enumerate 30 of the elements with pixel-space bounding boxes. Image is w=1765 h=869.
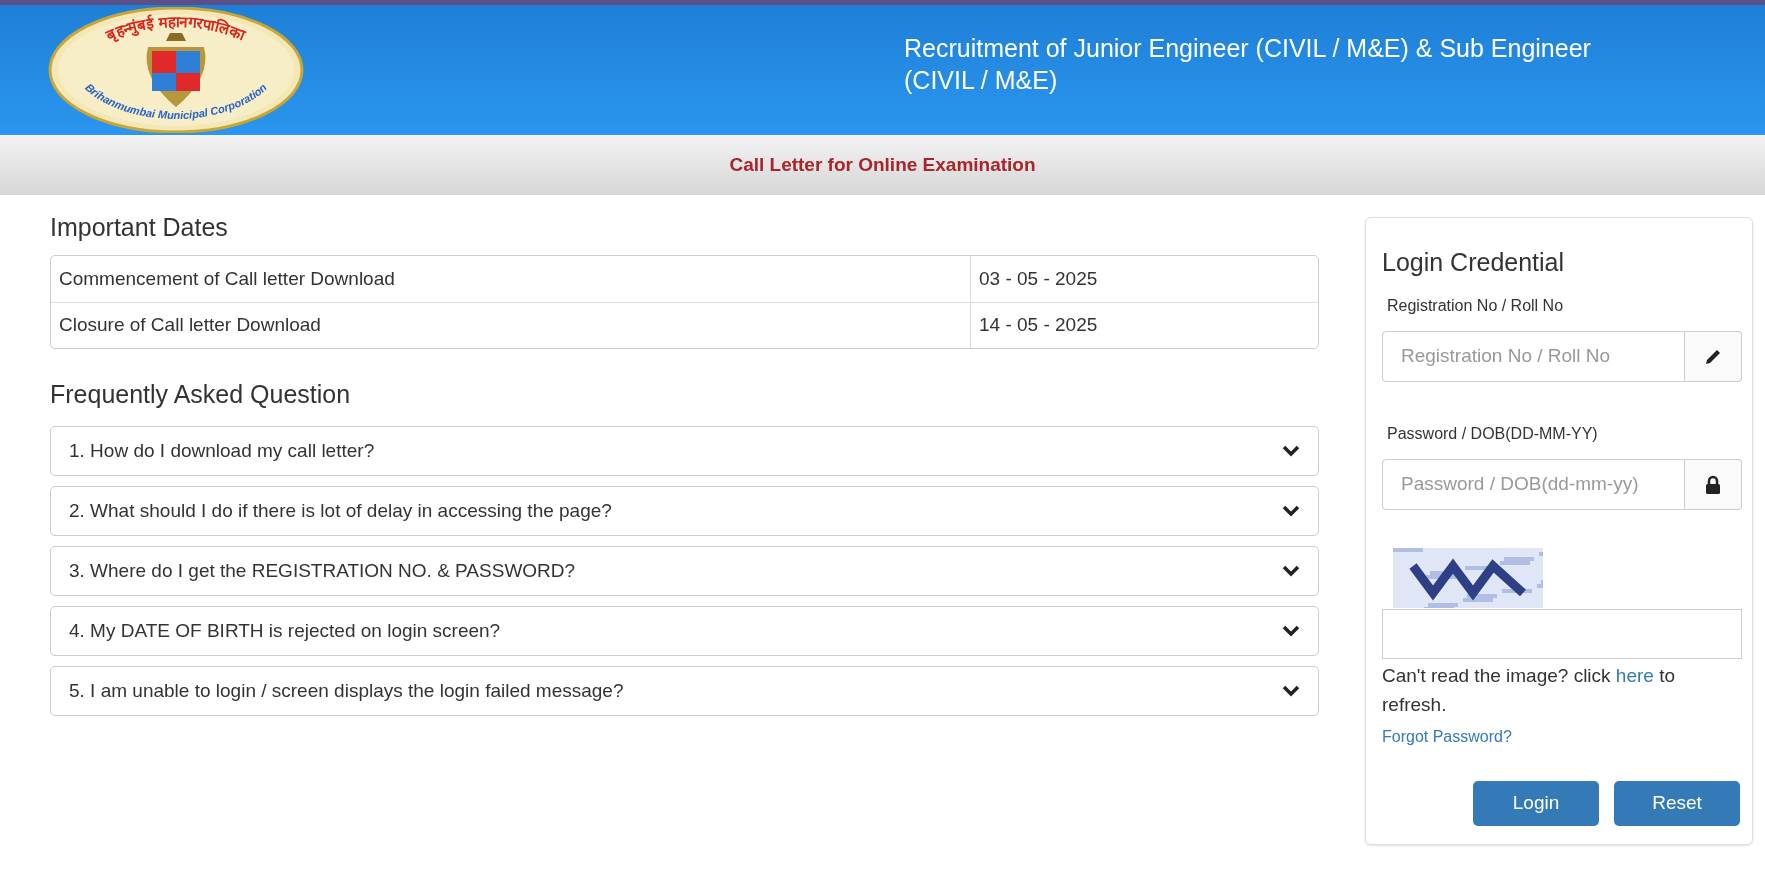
panel-title: Login Credential	[1382, 247, 1566, 278]
form-button[interactable]: Login	[1473, 781, 1599, 826]
faq-item[interactable]: 4. My DATE OF BIRTH is rejected on login screen?	[50, 606, 1319, 656]
faq-item[interactable]: 2. What should I do if there is lot of delay in accessing the page?	[50, 486, 1319, 536]
captcha-input[interactable]	[1382, 609, 1742, 659]
table-cell: Closure of Call letter Download	[51, 303, 971, 348]
table-cell: Commencement of Call letter Download	[51, 256, 971, 302]
faq-item[interactable]: 1. How do I download my call letter?	[50, 426, 1319, 476]
forgot-password-link[interactable]: Forgot Password?	[1382, 725, 1742, 749]
input-field[interactable]: Registration No / Roll No	[1382, 331, 1685, 382]
table-cell-text: 14 - 05 - 2025	[978, 313, 1099, 338]
chevron-down-icon	[1282, 565, 1300, 577]
input-field[interactable]: Password / DOB(dd-mm-yy)	[1382, 459, 1685, 510]
section-heading: Important Dates	[50, 212, 229, 243]
chevron-down-icon	[1282, 505, 1300, 517]
field-label: Password / DOB(DD-MM-YY)	[1387, 424, 1599, 444]
chevron-down-icon	[1282, 625, 1300, 637]
section-heading: Frequently Asked Question	[50, 379, 352, 410]
chevron-down-icon	[1282, 445, 1300, 457]
lock-icon	[1704, 474, 1722, 495]
page-title: Recruitment of Junior Engineer (CIVIL / M&E) & Sub Engineer (CIVIL / M&E)	[904, 33, 1592, 96]
faq-item[interactable]: 3. Where do I get the REGISTRATION NO. & PASSWORD?	[50, 546, 1319, 596]
field-label: Registration No / Roll No	[1387, 296, 1565, 316]
subheader-title: Call Letter for Online Examination	[729, 152, 1036, 177]
table-cell-text: 03 - 05 - 2025	[978, 266, 1099, 291]
faq-item[interactable]: 5. I am unable to login / screen displays the login failed message?	[50, 666, 1319, 716]
form-button[interactable]: Reset	[1614, 781, 1740, 826]
chevron-down-icon	[1282, 685, 1300, 697]
refresh-note: Can't read the image? click here to refresh.	[1382, 664, 1677, 717]
refresh-link[interactable]: here	[1615, 665, 1654, 686]
